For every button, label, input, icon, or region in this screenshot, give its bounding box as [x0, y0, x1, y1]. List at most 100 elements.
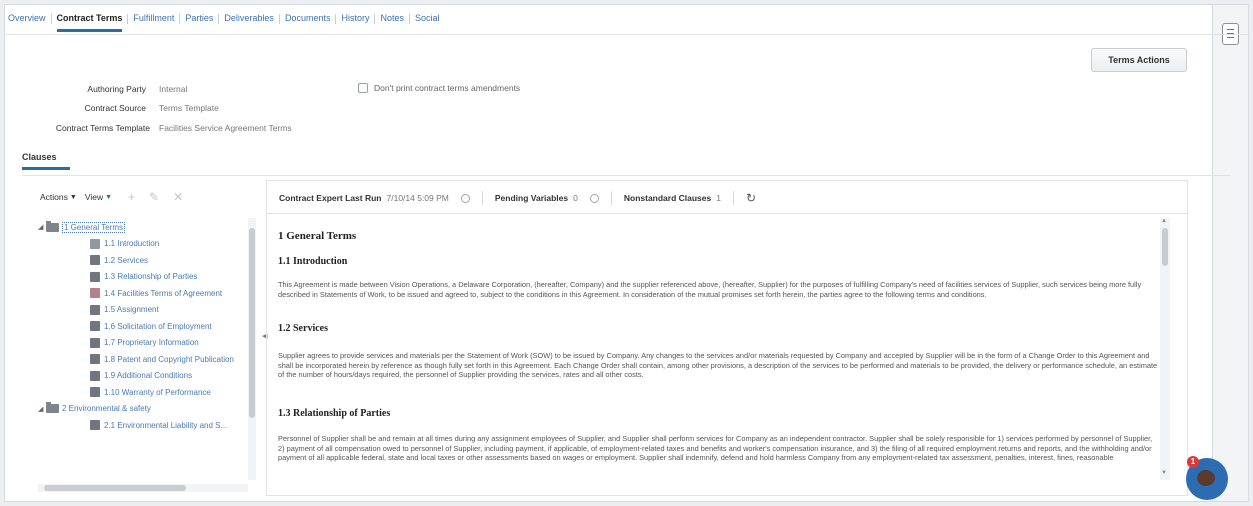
tree-item-label: 1.2 Services: [104, 255, 149, 265]
delete-icon[interactable]: ✕: [173, 191, 183, 203]
tab-history[interactable]: History: [341, 10, 369, 31]
tree-item-label: 2.1 Environmental Liability and S...: [104, 420, 228, 430]
tree-clause[interactable]: 1.7 Proprietary Information: [90, 336, 199, 350]
tab-overview[interactable]: Overview: [8, 10, 46, 31]
tree-clause[interactable]: 1.5 Assignment: [90, 303, 159, 317]
tab-divider: [4, 34, 1249, 35]
clause-title: 1.1 Introduction: [278, 256, 348, 267]
clause-icon: [90, 238, 100, 249]
scrollbar-thumb[interactable]: [1162, 228, 1168, 266]
tab-clauses[interactable]: Clauses: [22, 152, 57, 162]
tree-item-label: 1.10 Warranty of Performance: [104, 387, 211, 397]
scroll-up-icon[interactable]: ▲: [1161, 218, 1167, 224]
clauses-divider: [22, 175, 1231, 176]
document-vertical-scrollbar[interactable]: ▲ ▼: [1160, 218, 1170, 480]
tab-deliverables[interactable]: Deliverables: [224, 10, 274, 31]
clause-icon: [90, 354, 100, 364]
tree-clause[interactable]: 1.10 Warranty of Performance: [90, 385, 211, 399]
folder-icon: [46, 402, 59, 413]
scrollbar-thumb[interactable]: [44, 485, 186, 491]
tree-item-label: 1.7 Proprietary Information: [104, 338, 199, 347]
tree-folder[interactable]: ◢ 2 Environmental & safety: [38, 402, 151, 416]
contract-expert-value: 7/10/14 5:09 PM: [386, 193, 449, 203]
terms-actions-button[interactable]: Terms Actions: [1091, 48, 1187, 72]
expand-icon[interactable]: ◢: [38, 223, 46, 231]
tab-parties[interactable]: Parties: [185, 10, 213, 31]
clause-icon: [90, 337, 100, 348]
scroll-down-icon[interactable]: ▼: [1161, 470, 1167, 476]
tab-separator: [127, 14, 129, 24]
scrollbar-thumb[interactable]: [249, 228, 255, 418]
tree-toolbar: Actions ▼ View ▼ + ✎ ✕: [40, 191, 183, 203]
tree-item-label: 1 General Terms: [62, 221, 125, 233]
view-menu[interactable]: View ▼: [85, 192, 112, 202]
view-menu-label: View: [84, 192, 104, 202]
notification-badge: 1: [1187, 456, 1199, 468]
tree-item-label: 1.8 Patent and Copyright Publication: [104, 354, 234, 364]
clause-title: 1.2 Services: [278, 323, 328, 334]
tree-clause[interactable]: 1.9 Additional Conditions: [90, 369, 192, 383]
authoring-party-value: Internal: [159, 84, 188, 94]
clause-icon: [90, 255, 100, 265]
tree-item-label: 1.9 Additional Conditions: [104, 371, 193, 380]
clause-text: This Agreement is made between Vision Op…: [278, 280, 1142, 299]
clause-icon: [90, 420, 100, 430]
info-icon[interactable]: [589, 193, 599, 203]
tree-horizontal-scrollbar[interactable]: [38, 484, 248, 492]
caret-down-icon: ▼: [105, 193, 113, 201]
tree-clause[interactable]: 1.2 Services: [90, 253, 148, 267]
clause-tree: ◢ 1 General Terms 1.1 Introduction 1.2 Serv…: [38, 220, 262, 490]
expand-icon[interactable]: ◢: [38, 405, 46, 413]
tree-clause[interactable]: 1.3 Relationship of Parties: [90, 270, 197, 284]
contract-terms-template-value: Facilities Service Agreement Terms: [159, 123, 292, 133]
tab-separator: [278, 14, 280, 24]
right-sidebar: [1213, 4, 1249, 502]
tree-item-label: 1.4 Facilities Terms of Agreement: [104, 288, 223, 298]
edit-icon[interactable]: ✎: [149, 191, 159, 203]
nonstandard-clauses-label: Nonstandard Clauses: [623, 193, 712, 203]
tab-notes[interactable]: Notes: [380, 10, 404, 31]
tree-item-label: 1.1 Introduction: [104, 239, 160, 248]
nonstandard-clauses-value: 1: [716, 193, 721, 203]
tree-clause[interactable]: 1.1 Introduction: [90, 237, 159, 251]
actions-menu[interactable]: Actions ▼: [40, 192, 77, 202]
tree-folder[interactable]: ◢ 1 General Terms: [38, 220, 125, 234]
info-icon[interactable]: [460, 193, 470, 203]
separator: [732, 191, 734, 205]
tab-social[interactable]: Social: [415, 10, 440, 31]
tree-clause[interactable]: 1.8 Patent and Copyright Publication: [90, 352, 234, 366]
pending-variables-label: Pending Variables: [494, 193, 569, 203]
dont-print-checkbox[interactable]: [358, 83, 368, 93]
tab-separator: [409, 14, 410, 24]
clause-icon: [90, 370, 100, 381]
tree-item-label: 2 Environmental & safety: [62, 404, 151, 413]
refresh-icon[interactable]: ↻: [746, 191, 756, 205]
contract-status-bar: Contract Expert Last Run 7/10/14 5:09 PM…: [279, 191, 756, 205]
tree-clause[interactable]: 1.6 Solicitation of Employment: [90, 319, 212, 333]
clause-icon: [90, 321, 100, 331]
tree-clause[interactable]: 2.1 Environmental Liability and S...: [90, 418, 227, 432]
tree-vertical-scrollbar[interactable]: [248, 218, 256, 480]
add-icon[interactable]: +: [128, 191, 135, 203]
contract-source-label: Contract Source: [84, 103, 146, 113]
clause-icon: [90, 387, 100, 397]
contract-tabs: Overview Contract Terms Fulfillment Parties…: [8, 10, 440, 34]
tab-fulfillment[interactable]: Fulfillment: [133, 10, 174, 31]
contract-terms-template-label: Contract Terms Template: [55, 123, 150, 133]
tab-separator: [179, 14, 181, 24]
tab-separator: [374, 14, 376, 24]
tab-documents[interactable]: Documents: [285, 10, 331, 31]
contract-source-value: Terms Template: [159, 103, 219, 113]
clause-icon: [90, 304, 100, 315]
caret-down-icon: ▼: [69, 193, 77, 201]
tab-contract-terms[interactable]: Contract Terms: [56, 10, 122, 32]
clause-icon: [90, 288, 100, 298]
dont-print-label: Don't print contract terms amendments: [374, 83, 521, 93]
section-heading: 1 General Terms: [278, 230, 357, 242]
status-bar-divider: [266, 213, 1188, 214]
tree-clause[interactable]: 1.4 Facilities Terms of Agreement: [90, 286, 222, 300]
clause-icon: [90, 271, 100, 282]
separator: [481, 191, 483, 205]
clauses-tab-underline: [22, 167, 70, 170]
tree-item-label: 1.3 Relationship of Parties: [104, 272, 198, 281]
